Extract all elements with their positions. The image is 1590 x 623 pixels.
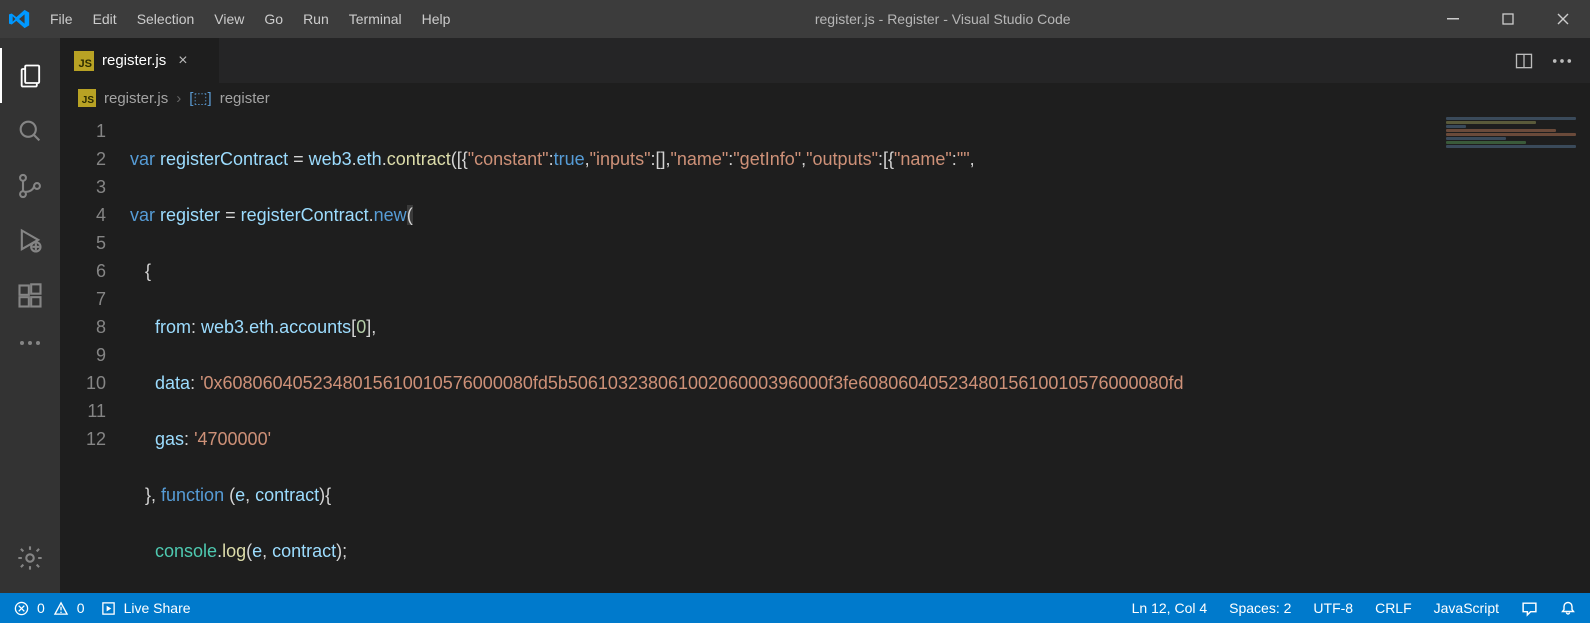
tab-bar: JS register.js × bbox=[60, 38, 1590, 83]
js-file-icon: JS bbox=[78, 89, 96, 107]
run-debug-icon[interactable] bbox=[0, 213, 60, 268]
problems-status[interactable]: 0 0 bbox=[14, 600, 85, 616]
liveshare-icon bbox=[101, 601, 116, 616]
split-editor-icon[interactable] bbox=[1514, 51, 1534, 71]
eol-status[interactable]: CRLF bbox=[1375, 600, 1412, 616]
window-controls bbox=[1425, 0, 1590, 38]
line-gutter: 123 456 789 101112 bbox=[60, 113, 130, 593]
status-bar: 0 0 Live Share Ln 12, Col 4 Spaces: 2 UT… bbox=[0, 593, 1590, 623]
breadcrumb-file[interactable]: register.js bbox=[104, 90, 168, 107]
more-icon[interactable] bbox=[0, 323, 60, 363]
breadcrumbs[interactable]: JS register.js › [⬚] register bbox=[60, 83, 1590, 113]
close-tab-icon[interactable]: × bbox=[178, 52, 187, 70]
window-title: register.js - Register - Visual Studio C… bbox=[460, 11, 1425, 27]
more-actions-icon[interactable] bbox=[1552, 58, 1572, 64]
titlebar: File Edit Selection View Go Run Terminal… bbox=[0, 0, 1590, 38]
bell-icon[interactable] bbox=[1560, 600, 1576, 617]
menu-run[interactable]: Run bbox=[293, 0, 339, 38]
menu-selection[interactable]: Selection bbox=[127, 0, 205, 38]
close-button[interactable] bbox=[1535, 0, 1590, 38]
breadcrumb-symbol[interactable]: register bbox=[220, 90, 270, 107]
indentation-status[interactable]: Spaces: 2 bbox=[1229, 600, 1291, 616]
tab-register-js[interactable]: JS register.js × bbox=[60, 38, 220, 83]
vscode-logo bbox=[0, 8, 40, 30]
search-icon[interactable] bbox=[0, 103, 60, 158]
main-area: JS register.js × JS register.js › [⬚] re… bbox=[0, 38, 1590, 593]
explorer-icon[interactable] bbox=[0, 48, 60, 103]
chevron-right-icon: › bbox=[176, 90, 181, 107]
editor-actions bbox=[1514, 38, 1590, 83]
encoding-status[interactable]: UTF-8 bbox=[1313, 600, 1353, 616]
symbol-icon: [⬚] bbox=[189, 89, 212, 107]
js-file-icon: JS bbox=[74, 51, 94, 71]
editor-area: JS register.js × JS register.js › [⬚] re… bbox=[60, 38, 1590, 593]
code-content[interactable]: var registerContract = web3.eth.contract… bbox=[130, 113, 1440, 593]
minimize-button[interactable] bbox=[1425, 0, 1480, 38]
menu-go[interactable]: Go bbox=[254, 0, 293, 38]
activity-bar bbox=[0, 38, 60, 593]
maximize-button[interactable] bbox=[1480, 0, 1535, 38]
settings-gear-icon[interactable] bbox=[0, 530, 60, 585]
liveshare-status[interactable]: Live Share bbox=[101, 600, 191, 616]
minimap[interactable] bbox=[1440, 113, 1590, 593]
extensions-icon[interactable] bbox=[0, 268, 60, 323]
menu-edit[interactable]: Edit bbox=[83, 0, 127, 38]
language-status[interactable]: JavaScript bbox=[1434, 600, 1499, 616]
source-control-icon[interactable] bbox=[0, 158, 60, 213]
tab-label: register.js bbox=[102, 52, 166, 69]
menu-file[interactable]: File bbox=[40, 0, 83, 38]
cursor-position[interactable]: Ln 12, Col 4 bbox=[1132, 600, 1208, 616]
menubar: File Edit Selection View Go Run Terminal… bbox=[40, 0, 460, 38]
menu-terminal[interactable]: Terminal bbox=[339, 0, 412, 38]
error-icon bbox=[14, 601, 29, 616]
warning-icon bbox=[53, 601, 69, 616]
menu-help[interactable]: Help bbox=[412, 0, 461, 38]
menu-view[interactable]: View bbox=[204, 0, 254, 38]
editor[interactable]: 123 456 789 101112 var registerContract … bbox=[60, 113, 1590, 593]
feedback-icon[interactable] bbox=[1521, 600, 1538, 617]
